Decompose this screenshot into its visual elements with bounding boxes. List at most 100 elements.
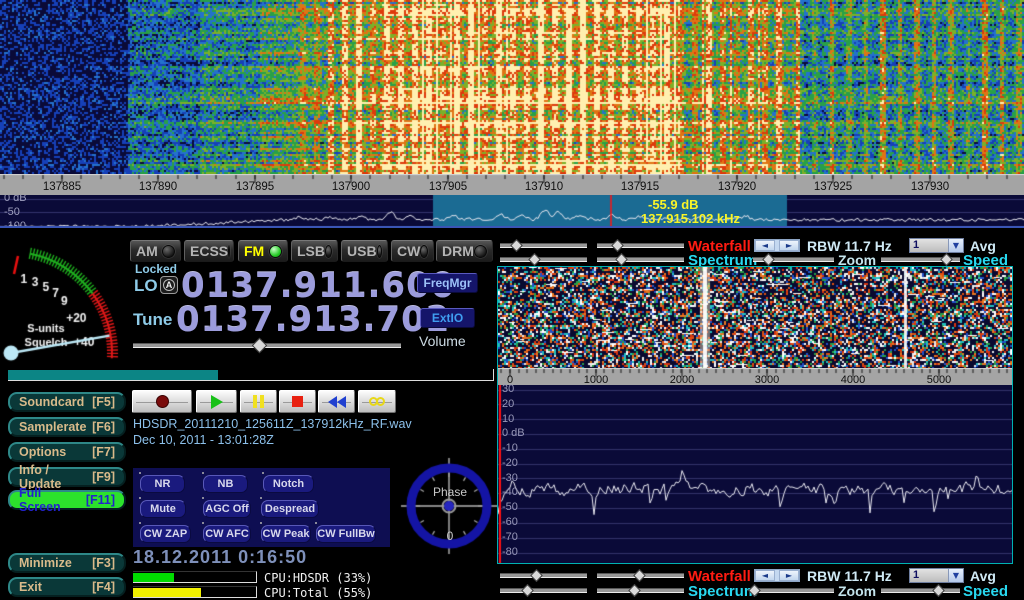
hotkey-label: [F9] bbox=[92, 470, 115, 484]
rf-waterfall-brightness-slider[interactable] bbox=[500, 239, 587, 252]
soundcard-button[interactable]: Soundcard [F5] bbox=[8, 392, 126, 412]
mode-ecss-button[interactable]: ECSS bbox=[184, 240, 234, 262]
cw-fullbw-button[interactable]: CW FullBw bbox=[316, 525, 376, 543]
slider-thumb[interactable] bbox=[531, 569, 544, 582]
rf-spectrum-min-slider[interactable] bbox=[500, 253, 587, 266]
mode-led-icon bbox=[420, 245, 428, 258]
lo-label: LO bbox=[134, 276, 158, 296]
slider-thumb[interactable] bbox=[611, 239, 624, 252]
overview-spectrum-display[interactable] bbox=[0, 195, 1024, 228]
rf-db-label: -10 bbox=[502, 442, 518, 454]
rf-spectrum-max-slider[interactable] bbox=[597, 253, 684, 266]
mode-led-icon bbox=[377, 245, 382, 258]
slider-thumb[interactable] bbox=[628, 584, 641, 597]
button-label: Mute bbox=[150, 503, 176, 515]
tune-frequency-display[interactable]: 0137.913.702 bbox=[176, 300, 450, 340]
record-button[interactable] bbox=[132, 390, 192, 413]
stop-button[interactable] bbox=[279, 390, 316, 413]
rf-speed-slider[interactable] bbox=[881, 253, 960, 266]
volume-slider[interactable] bbox=[133, 338, 401, 353]
tune-label: Tune bbox=[133, 310, 172, 330]
mode-lsb-button[interactable]: LSB bbox=[291, 240, 338, 262]
mode-cw-button[interactable]: CW bbox=[391, 240, 434, 262]
despread-button[interactable]: Despread bbox=[261, 500, 319, 518]
nr-button[interactable]: NR bbox=[140, 475, 185, 493]
minimize-button[interactable]: Minimize [F3] bbox=[8, 553, 126, 573]
agc-button[interactable]: AGC Off bbox=[203, 500, 251, 518]
rf-waterfall-contrast-slider[interactable] bbox=[597, 239, 684, 252]
squelch-level-bar[interactable] bbox=[8, 369, 494, 381]
rbw-increase-button[interactable]: ► bbox=[779, 570, 799, 581]
slider-thumb[interactable] bbox=[633, 569, 646, 582]
slider-track bbox=[500, 588, 587, 593]
nb-button[interactable]: NB bbox=[203, 475, 248, 493]
button-label: Notch bbox=[273, 478, 304, 490]
cw-zap-button[interactable]: CW ZAP bbox=[140, 525, 191, 543]
pause-button[interactable] bbox=[240, 390, 277, 413]
loop-button[interactable] bbox=[358, 390, 396, 413]
af-zoom-slider[interactable] bbox=[753, 584, 834, 597]
cpu-hdsdr-bar bbox=[133, 571, 257, 583]
exit-button[interactable]: Exit [F4] bbox=[8, 577, 126, 597]
mode-fm-button[interactable]: FM bbox=[238, 240, 288, 262]
rewind-button[interactable] bbox=[318, 390, 355, 413]
ruler-label: 137905 bbox=[403, 181, 493, 193]
dsp-panel: NR NB Notch Mute AGC Off Despread CW ZAP… bbox=[133, 468, 390, 547]
af-spectrum-min-slider[interactable] bbox=[500, 584, 587, 597]
af-speed-slider[interactable] bbox=[881, 584, 960, 597]
cw-afc-button[interactable]: CW AFC bbox=[203, 525, 251, 543]
mute-button[interactable]: Mute bbox=[140, 500, 186, 518]
rf-spectrum-display[interactable] bbox=[498, 385, 1012, 563]
slider-thumb[interactable] bbox=[528, 253, 541, 266]
cw-peak-button[interactable]: CW Peak bbox=[261, 525, 311, 543]
slider-thumb[interactable] bbox=[521, 584, 534, 597]
rbw-decrease-button[interactable]: ◄ bbox=[755, 240, 775, 251]
freqmgr-button[interactable]: FreqMgr bbox=[417, 273, 478, 293]
rf-db-label: -20 bbox=[502, 457, 518, 469]
rbw-increase-button[interactable]: ► bbox=[779, 240, 799, 251]
rf-zoom-slider[interactable] bbox=[753, 253, 834, 266]
af-waterfall-brightness-slider[interactable] bbox=[500, 569, 587, 582]
rf-rbw-stepper[interactable]: ◄ ► bbox=[754, 239, 800, 252]
arrow-left-icon: ◄ bbox=[762, 241, 768, 250]
slider-thumb[interactable] bbox=[615, 253, 628, 266]
notch-button[interactable]: Notch bbox=[263, 475, 314, 493]
rf-db-label: -70 bbox=[502, 531, 518, 543]
play-button[interactable] bbox=[196, 390, 237, 413]
extio-button[interactable]: ExtIO bbox=[420, 308, 475, 328]
hotkey-label: [F4] bbox=[92, 580, 115, 594]
slider-thumb[interactable] bbox=[762, 253, 775, 266]
overview-spectrum-panel: 0 dB -50 -100 -55.9 dB 137.915.102 kHz bbox=[0, 195, 1024, 228]
ruler-label: 137925 bbox=[788, 181, 878, 193]
button-label: AGC Off bbox=[205, 503, 248, 515]
info-update-button[interactable]: Info / Update [F9] bbox=[8, 467, 126, 487]
slider-thumb[interactable] bbox=[511, 239, 524, 252]
slider-thumb[interactable] bbox=[933, 584, 946, 597]
slider-thumb[interactable] bbox=[252, 338, 268, 354]
rf-db-label: -50 bbox=[502, 501, 518, 513]
mode-am-button[interactable]: AM bbox=[130, 240, 181, 262]
mode-label: LSB bbox=[297, 243, 325, 259]
mode-drm-button[interactable]: DRM bbox=[436, 240, 493, 262]
rf-waterfall-display[interactable] bbox=[498, 267, 1012, 368]
af-rbw-stepper[interactable]: ◄ ► bbox=[754, 569, 800, 582]
avg-value: 1 bbox=[910, 239, 948, 252]
options-button[interactable]: Options [F7] bbox=[8, 442, 126, 462]
samplerate-button[interactable]: Samplerate [F6] bbox=[8, 417, 126, 437]
slider-track bbox=[753, 588, 834, 593]
lo-lock-button[interactable]: A bbox=[160, 276, 178, 294]
button-label: NB bbox=[218, 478, 234, 490]
mode-usb-button[interactable]: USB bbox=[341, 240, 388, 262]
fullscreen-button[interactable]: Full Screen [F11] bbox=[8, 490, 126, 510]
main-waterfall-display[interactable] bbox=[0, 0, 1024, 174]
rf-avg-select[interactable]: 1 ▼ bbox=[909, 238, 964, 253]
hotkey-label: [F5] bbox=[92, 395, 115, 409]
af-spectrum-max-slider[interactable] bbox=[597, 584, 684, 597]
arrow-right-icon: ► bbox=[786, 571, 792, 580]
rbw-decrease-button[interactable]: ◄ bbox=[755, 570, 775, 581]
af-avg-select[interactable]: 1 ▼ bbox=[909, 568, 964, 583]
slider-thumb[interactable] bbox=[940, 253, 953, 266]
af-waterfall-contrast-slider[interactable] bbox=[597, 569, 684, 582]
hotkey-label: [F11] bbox=[86, 493, 115, 507]
s-meter[interactable] bbox=[0, 236, 128, 368]
